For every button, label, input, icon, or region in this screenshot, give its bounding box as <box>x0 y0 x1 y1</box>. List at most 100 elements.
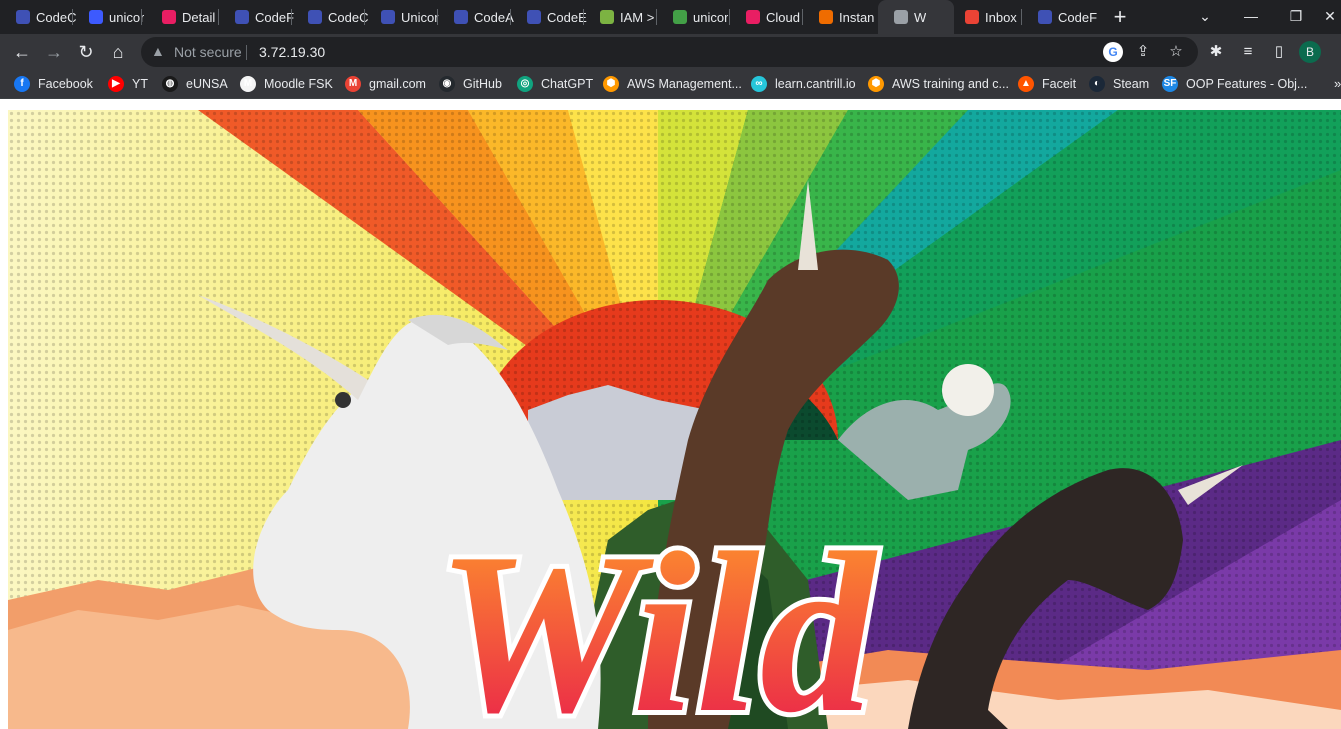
bookmark-item[interactable]: ◎ ChatGPT <box>517 70 593 98</box>
tab-title: Instan <box>839 9 875 25</box>
page-content: Wild <box>0 99 1341 729</box>
tab-favicon-icon <box>600 10 614 24</box>
tab-11[interactable]: Instan <box>803 0 883 34</box>
bookmark-favicon-icon: ⬢ <box>603 76 619 92</box>
tab-0[interactable]: CodeC <box>0 0 80 34</box>
bookmark-item[interactable]: ⬢ AWS training and c... <box>868 70 1009 98</box>
bookmark-favicon-icon: ◎ <box>517 76 533 92</box>
bookmark-label: Steam <box>1113 77 1150 91</box>
bookmark-label: Facebook <box>38 77 93 91</box>
tab-favicon-icon <box>1038 10 1052 24</box>
extensions-icon[interactable]: ✱ <box>1204 40 1228 64</box>
bookmark-item[interactable]: Mgmail.com <box>345 70 426 98</box>
bookmark-label: Moodle FSK <box>264 77 333 91</box>
bookmark-label: learn.cantrill.io <box>775 77 856 91</box>
bookmark-item[interactable]: M Moodle FSK <box>240 70 333 98</box>
forward-button[interactable]: → <box>39 37 69 67</box>
tab-title: unicor <box>109 9 145 25</box>
tab-title: unicor <box>693 9 729 25</box>
tab-title: CodeF <box>1058 9 1098 25</box>
bookmark-item[interactable]: SF OOP Features - Obj... <box>1162 70 1307 98</box>
tab-6[interactable]: CodeA <box>438 0 518 34</box>
url-text[interactable]: 3.72.19.30 <box>259 44 325 60</box>
tab-favicon-icon <box>673 10 687 24</box>
bookmark-favicon-icon: M <box>345 76 361 92</box>
back-button[interactable]: ← <box>7 37 37 67</box>
tab-2[interactable]: Detail <box>146 0 226 34</box>
home-button[interactable]: ⌂ <box>103 37 133 67</box>
address-bar[interactable]: ▲ Not secure 3.72.19.30 G ⇪ ☆ <box>141 37 1198 67</box>
security-status[interactable]: Not secure <box>174 44 242 60</box>
tab-title: Inbox <box>985 9 1017 25</box>
tab-10[interactable]: Cloud <box>730 0 810 34</box>
bookmark-favicon-icon: ◍ <box>162 76 178 92</box>
bookmark-item[interactable]: ◍ eUNSA <box>162 70 228 98</box>
bookmark-label: gmail.com <box>369 77 426 91</box>
tab-1[interactable]: unicor <box>73 0 149 34</box>
hero-artwork: Wild <box>8 110 1341 729</box>
bookmark-favicon-icon: ⬢ <box>868 76 884 92</box>
bookmarks-overflow-icon[interactable]: » <box>1334 76 1341 91</box>
bookmark-label: GitHub <box>463 77 502 91</box>
bookmark-item[interactable]: ▶ YT <box>108 70 148 98</box>
tab-favicon-icon <box>16 10 30 24</box>
tab-title: CodeA <box>474 9 514 25</box>
bookmark-item[interactable]: ▲ Faceit <box>1018 70 1076 98</box>
bookmark-star-icon[interactable]: ☆ <box>1166 42 1186 62</box>
maximize-button[interactable]: ❐ <box>1273 0 1319 34</box>
tab-5[interactable]: Unicor <box>365 0 445 34</box>
wild-logo-text: Wild <box>436 505 878 729</box>
tab-12[interactable]: W <box>878 0 954 34</box>
share-icon[interactable]: ⇪ <box>1133 42 1153 62</box>
tab-title: CodeC <box>328 9 369 25</box>
tab-title: Cloud <box>766 9 800 25</box>
tab-search-button[interactable]: ⌄ <box>1182 0 1228 34</box>
bookmark-label: AWS Management... <box>627 77 742 91</box>
tab-favicon-icon <box>89 10 103 24</box>
tab-favicon-icon <box>454 10 468 24</box>
bookmark-favicon-icon: ▶ <box>108 76 124 92</box>
tab-strip: CodeC unicor Detail CodeF CodeC Unicor CodeA Co… <box>0 0 1341 34</box>
tab-title: CodeF <box>255 9 295 25</box>
bookmark-favicon-icon: ◉ <box>439 76 455 92</box>
hero-illustration: Wild <box>8 110 1341 729</box>
bookmark-item[interactable]: f Facebook <box>14 70 93 98</box>
bookmarks-bar: f Facebook ▶ YT ◍ eUNSA M Moodle FSK Mgmail.com ◉… <box>0 70 1341 99</box>
bookmark-item[interactable]: ⬢ AWS Management... <box>603 70 742 98</box>
bookmark-label: ChatGPT <box>541 77 594 91</box>
bookmark-favicon-icon: ◐ <box>1089 76 1105 92</box>
tab-favicon-icon <box>819 10 833 24</box>
tab-8[interactable]: IAM > <box>584 0 664 34</box>
tab-9[interactable]: unicor <box>657 0 737 34</box>
bookmark-item[interactable]: ◉ GitHub <box>439 70 502 98</box>
media-control-icon[interactable]: ≡ <box>1236 40 1260 64</box>
bookmark-label: Faceit <box>1042 77 1077 91</box>
bookmark-label: AWS training and c... <box>892 77 1009 91</box>
bookmark-favicon-icon: f <box>14 76 30 92</box>
warning-icon[interactable]: ▲ <box>151 43 165 59</box>
bookmark-item[interactable]: ◐ Steam <box>1089 70 1149 98</box>
side-panel-icon[interactable]: ▯ <box>1267 40 1291 64</box>
minimize-button[interactable]: — <box>1228 0 1274 34</box>
tab-7[interactable]: CodeE <box>511 0 591 34</box>
bookmark-label: OOP Features - Obj... <box>1186 77 1308 91</box>
bookmark-label: YT <box>132 77 148 91</box>
tab-favicon-icon <box>235 10 249 24</box>
new-tab-button[interactable]: + <box>1107 4 1133 30</box>
bookmark-favicon-icon: SF <box>1162 76 1178 92</box>
tab-14[interactable]: CodeF <box>1022 0 1102 34</box>
profile-avatar[interactable]: B <box>1299 41 1321 63</box>
tab-3[interactable]: CodeF <box>219 0 299 34</box>
bookmark-label: eUNSA <box>186 77 228 91</box>
tab-favicon-icon <box>746 10 760 24</box>
reload-button[interactable]: ↻ <box>71 37 101 67</box>
tab-favicon-icon <box>965 10 979 24</box>
close-window-button[interactable]: ✕ <box>1319 0 1341 34</box>
tab-favicon-icon <box>381 10 395 24</box>
bookmark-item[interactable]: ∞ learn.cantrill.io <box>751 70 856 98</box>
google-lens-icon[interactable]: G <box>1103 42 1123 62</box>
tab-favicon-icon <box>308 10 322 24</box>
tab-4[interactable]: CodeC <box>292 0 372 34</box>
tab-13[interactable]: Inbox <box>949 0 1029 34</box>
browser-toolbar: ← → ↻ ⌂ ▲ Not secure 3.72.19.30 G ⇪ ☆ ✱ … <box>0 34 1341 70</box>
